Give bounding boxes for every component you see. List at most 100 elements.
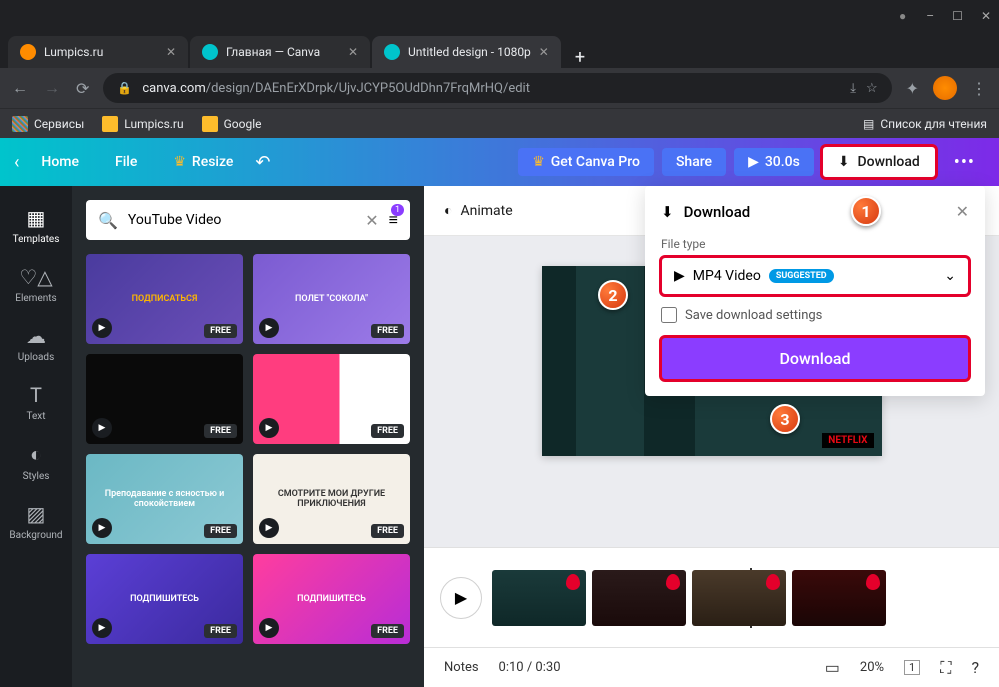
timeline-frames[interactable]: [492, 568, 983, 628]
rail-elements[interactable]: ♡△Elements: [0, 255, 72, 314]
bookmark-google[interactable]: Google: [202, 116, 262, 132]
template-card[interactable]: ПОДПИШИТЕСЬ▶FREE: [86, 554, 243, 644]
styles-icon: ◐: [30, 442, 42, 467]
undo-button[interactable]: ↶: [255, 152, 270, 173]
annotation-3: 3: [770, 404, 800, 434]
favicon-icon: [202, 44, 218, 60]
browser-tab[interactable]: Untitled design - 1080p ✕: [372, 36, 561, 68]
file-menu[interactable]: File: [101, 148, 151, 176]
notes-button[interactable]: Notes: [444, 660, 479, 675]
zoom-level[interactable]: 20%: [860, 660, 884, 675]
timeline-frame[interactable]: [792, 570, 886, 626]
animate-button[interactable]: ◐ Animate: [444, 202, 513, 219]
rail-templates[interactable]: ▦Templates: [0, 196, 72, 255]
back-home-icon[interactable]: ‹: [14, 152, 19, 173]
template-card[interactable]: Преподавание с ясностью и спокойствием▶F…: [86, 454, 243, 544]
search-input[interactable]: [128, 212, 355, 228]
suggested-badge: SUGGESTED: [769, 269, 834, 283]
canvas-area: ◐ Animate NETFLIX ⬇ Download ✕ File type…: [424, 186, 999, 687]
template-card[interactable]: ПОДПИСАТЬСЯ▶FREE: [86, 254, 243, 344]
template-card[interactable]: ▶ FREE: [86, 354, 243, 444]
tab-label: Lumpics.ru: [44, 45, 158, 59]
timeline-frame[interactable]: [492, 570, 586, 626]
play-icon: ▶: [92, 618, 112, 638]
search-icon: 🔍: [98, 211, 118, 230]
template-card[interactable]: ▶ FREE: [253, 354, 410, 444]
new-tab-button[interactable]: +: [563, 47, 597, 68]
browser-tab[interactable]: Главная — Canva ✕: [190, 36, 370, 68]
profile-avatar[interactable]: [933, 76, 957, 100]
bookmark-services[interactable]: Сервисы: [12, 116, 84, 132]
share-button[interactable]: Share: [662, 148, 726, 176]
reading-list-button[interactable]: ▤Список для чтения: [863, 117, 987, 131]
app-header: ‹ Home File ♛Resize ↶ ♛Get Canva Pro Sha…: [0, 138, 999, 186]
template-search[interactable]: 🔍 ✕ ≡1: [86, 200, 410, 240]
extensions-icon[interactable]: ✦: [906, 79, 919, 98]
resize-button[interactable]: ♛Resize: [159, 148, 247, 176]
template-card[interactable]: ПОДПИШИТЕСЬ▶FREE: [253, 554, 410, 644]
download-button[interactable]: ⬇ Download: [822, 146, 936, 178]
timeline: ▶: [424, 547, 999, 647]
filetype-select[interactable]: ▶ MP4 Video SUGGESTED ⌄: [661, 257, 969, 295]
timeline-frame[interactable]: [592, 570, 686, 626]
main-area: ▦Templates ♡△Elements ☁Uploads TText ◐St…: [0, 186, 999, 687]
free-badge: FREE: [371, 424, 404, 438]
free-badge: FREE: [204, 424, 237, 438]
filetype-label: File type: [661, 237, 969, 251]
more-menu[interactable]: •••: [944, 152, 985, 173]
filter-button[interactable]: ≡1: [389, 210, 398, 230]
play-icon: ▶: [92, 318, 112, 338]
bookmark-lumpics[interactable]: Lumpics.ru: [102, 116, 183, 132]
clear-search-icon[interactable]: ✕: [365, 211, 378, 230]
free-badge: FREE: [371, 324, 404, 338]
annotation-2: 2: [598, 280, 628, 310]
home-button[interactable]: Home: [27, 148, 93, 176]
bookmarks-bar: Сервисы Lumpics.ru Google ▤Список для чт…: [0, 108, 999, 138]
play-icon: ▶: [259, 618, 279, 638]
play-icon: ▶: [259, 318, 279, 338]
rail-uploads[interactable]: ☁Uploads: [0, 314, 72, 373]
close-panel-button[interactable]: ✕: [956, 202, 969, 221]
close-tab-icon[interactable]: ✕: [166, 45, 176, 59]
timeline-play-button[interactable]: ▶: [440, 577, 482, 619]
url-domain: canva.com: [142, 81, 205, 96]
timeline-frame[interactable]: [692, 570, 786, 626]
back-button[interactable]: ←: [12, 78, 28, 98]
install-app-icon[interactable]: ⤓: [850, 81, 856, 96]
play-icon: ▶: [92, 418, 112, 438]
grid-view-icon[interactable]: ▭: [825, 658, 840, 677]
background-icon: ▨: [27, 502, 46, 526]
get-pro-button[interactable]: ♛Get Canva Pro: [518, 148, 654, 176]
help-icon[interactable]: ?: [971, 658, 979, 677]
close-tab-icon[interactable]: ✕: [348, 45, 358, 59]
maximize-button[interactable]: ☐: [952, 9, 963, 23]
rail-background[interactable]: ▨Background: [0, 492, 72, 551]
rail-styles[interactable]: ◐Styles: [0, 432, 72, 492]
download-action-button[interactable]: Download: [661, 337, 969, 380]
present-button[interactable]: ▶30.0s: [734, 148, 814, 176]
save-settings-checkbox[interactable]: Save download settings: [661, 307, 969, 323]
editor-footer: Notes 0:10 / 0:30 ▭ 20% 1 ⛶ ?: [424, 647, 999, 687]
template-card[interactable]: ПОЛЕТ "СОКОЛА"▶FREE: [253, 254, 410, 344]
elements-icon: ♡△: [19, 265, 52, 289]
close-tab-icon[interactable]: ✕: [539, 45, 549, 59]
rail-text[interactable]: TText: [0, 373, 72, 432]
page-count[interactable]: 1: [904, 660, 920, 675]
play-icon: ▶: [259, 518, 279, 538]
checkbox-input[interactable]: [661, 307, 677, 323]
browser-tabbar: Lumpics.ru ✕ Главная — Canva ✕ Untitled …: [0, 32, 999, 68]
download-panel: ⬇ Download ✕ File type ▶ MP4 Video SUGGE…: [645, 186, 985, 396]
balloon-icon: [666, 574, 680, 590]
close-window-button[interactable]: ✕: [981, 9, 991, 23]
minimize-button[interactable]: –: [926, 9, 934, 23]
bookmark-star-icon[interactable]: ☆: [866, 81, 878, 96]
fullscreen-icon[interactable]: ⛶: [940, 658, 951, 678]
browser-tab[interactable]: Lumpics.ru ✕: [8, 36, 188, 68]
template-card[interactable]: СМОТРИТЕ МОИ ДРУГИЕ ПРИКЛЮЧЕНИЯ▶FREE: [253, 454, 410, 544]
play-icon: ▶: [259, 418, 279, 438]
reload-button[interactable]: ⟳: [76, 79, 89, 98]
menu-icon[interactable]: ⋮: [971, 79, 987, 98]
address-bar[interactable]: 🔒 canva.com/design/DAEnErXDrpk/UjvJCYP5O…: [103, 73, 891, 103]
forward-button[interactable]: →: [44, 78, 60, 98]
play-icon: ▶: [748, 154, 759, 170]
